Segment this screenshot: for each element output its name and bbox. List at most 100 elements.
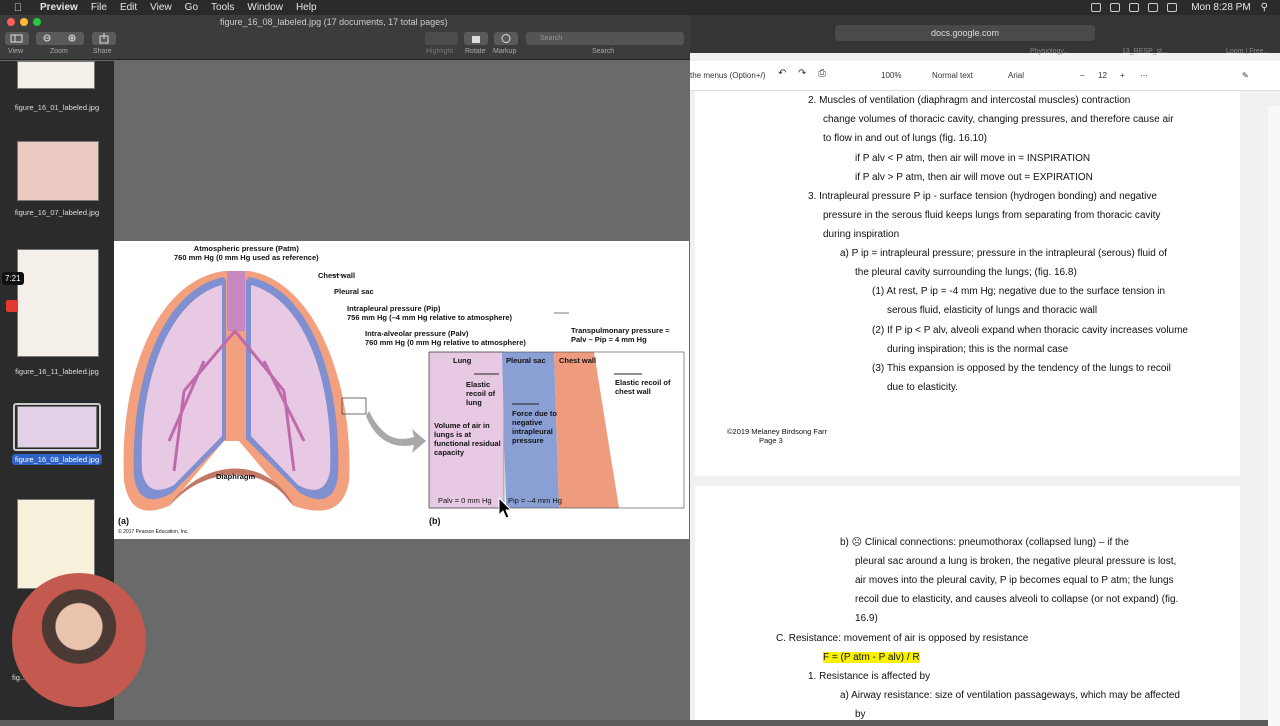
doc-line[interactable]: (1) At rest, P ip = -4 mm Hg; negative d… (872, 282, 1165, 301)
doc-line[interactable]: pleural sac around a lung is broken, the… (855, 552, 1176, 571)
webcam-avatar (12, 573, 146, 707)
thumbnail-4-label[interactable]: figure_16_08_labeled.jpg (0, 454, 114, 465)
menu-view[interactable]: View (150, 2, 172, 13)
thumbnail-1[interactable] (17, 61, 95, 89)
force-label: Force due to negative intrapleural press… (512, 409, 558, 445)
doc-line[interactable]: during inspiration; this is the normal c… (887, 340, 1068, 359)
doc-line[interactable]: recoil due to elasticity, and causes alv… (855, 590, 1178, 609)
status-icon[interactable] (1091, 3, 1102, 12)
font-size-increase[interactable]: + (1120, 71, 1125, 80)
doc-line[interactable]: pressure in the serous fluid keeps lungs… (823, 206, 1160, 225)
doc-line[interactable]: serous fluid, elasticity of lungs and th… (887, 301, 1097, 320)
tab-physiology[interactable]: Physiology... (1030, 48, 1069, 55)
pip-label: Pip = –4 mm Hg (508, 496, 562, 505)
style-select[interactable]: Normal text (932, 71, 973, 80)
markup-icon (501, 34, 511, 43)
close-window-button[interactable] (7, 18, 15, 26)
stop-recording-button[interactable] (6, 300, 18, 312)
window-title: figure_16_08_labeled.jpg (17 documents, … (220, 17, 448, 27)
search-input[interactable]: Search (526, 32, 684, 45)
doc-line[interactable]: 16.9) (855, 609, 878, 628)
markup-label: Markup (493, 48, 517, 55)
wifi-icon[interactable] (1148, 3, 1159, 12)
thumbnail-3[interactable] (17, 249, 99, 357)
markup-button[interactable] (494, 32, 518, 45)
lung-diagram (123, 271, 685, 511)
browser-toolbar: docs.google.com Physiology... 13_RESP_st… (690, 15, 1280, 55)
zoom-label: Zoom (50, 48, 68, 55)
menu-app[interactable]: Preview (40, 2, 78, 13)
menu-file[interactable]: File (91, 2, 107, 13)
menu-edit[interactable]: Edit (120, 2, 137, 13)
atm-label: Atmospheric pressure (Patm) 760 mm Hg (0 … (174, 244, 319, 262)
doc-page-4: b) ☹ Clinical connections: pneumothorax … (695, 486, 1240, 720)
battery-icon[interactable] (1167, 3, 1178, 12)
font-select[interactable]: Arial (1008, 71, 1024, 80)
doc-line[interactable]: a) Airway resistance: size of ventilatio… (840, 686, 1180, 705)
doc-line[interactable]: F = (P atm - P alv) / R (823, 648, 920, 667)
thumbnail-1-label[interactable]: figure_16_01_labeled.jpg (0, 103, 114, 112)
arrow-icon (366, 411, 426, 453)
menu-help[interactable]: Help (296, 2, 317, 13)
thumbnail-2-label[interactable]: figure_16_07_labeled.jpg (0, 208, 114, 217)
panel-chest (554, 352, 619, 508)
cloud-icon[interactable] (1129, 3, 1140, 12)
menu-tools[interactable]: Tools (211, 2, 234, 13)
doc-line[interactable]: by (855, 705, 866, 724)
doc-line[interactable]: (3) This expansion is opposed by the ten… (872, 359, 1171, 378)
redo-icon[interactable]: ↷ (798, 68, 806, 79)
font-size-decrease[interactable]: − (1080, 71, 1085, 80)
rotate-label: Rotate (465, 48, 486, 55)
print-icon[interactable]: ⎙ (818, 68, 826, 79)
view-button[interactable] (5, 32, 29, 45)
zoom-window-button[interactable] (33, 18, 41, 26)
doc-line[interactable]: due to elasticity. (887, 378, 958, 397)
share-button[interactable] (92, 32, 116, 45)
doc-line[interactable]: during inspiration (823, 225, 899, 244)
gear-icon[interactable] (1110, 3, 1121, 12)
menu-go[interactable]: Go (185, 2, 198, 13)
font-size-input[interactable]: 12 (1098, 71, 1107, 80)
minimize-window-button[interactable] (20, 18, 28, 26)
more-icon[interactable]: ⋯ (1140, 71, 1148, 80)
zoom-buttons[interactable] (36, 32, 84, 45)
doc-line[interactable]: change volumes of thoracic cavity, chang… (823, 110, 1174, 129)
menu-window[interactable]: Window (247, 2, 283, 13)
zoom-select[interactable]: 100% (881, 71, 901, 80)
doc-line[interactable]: if P alv < P atm, then air will move in … (855, 149, 1090, 168)
doc-line[interactable]: air moves into the pleural cavity, P ip … (855, 571, 1174, 590)
url-bar[interactable]: docs.google.com (835, 25, 1095, 41)
highlight-button[interactable] (425, 32, 458, 45)
doc-line[interactable]: the pleural cavity surrounding the lungs… (855, 263, 1077, 282)
preview-toolbar: figure_16_08_labeled.jpg (17 documents, … (0, 15, 690, 60)
transpulmonary-label: Transpulmonary pressure = Palv – Pip = 4 … (571, 326, 670, 344)
sidebar-icon (10, 34, 23, 43)
rotate-button[interactable] (464, 32, 488, 45)
doc-line[interactable]: if P alv > P atm, then air will move out… (855, 168, 1093, 187)
search-label: Search (592, 48, 615, 55)
col-pleural: Pleural sac (506, 356, 546, 365)
doc-line[interactable]: 1. Resistance is affected by (808, 667, 930, 686)
undo-icon[interactable]: ↶ (778, 68, 786, 79)
apple-icon[interactable]:  (10, 2, 26, 14)
tab-loom[interactable]: Loom | Free... (1226, 48, 1269, 55)
search-icon[interactable]: ⚲ (1261, 2, 1268, 13)
col-chest: Chest wall (559, 356, 597, 365)
doc-line[interactable]: (2) If P ip < P alv, alveoli expand when… (872, 321, 1188, 340)
doc-line[interactable]: a) P ip = intrapleural pressure; pressur… (840, 244, 1167, 263)
doc-line[interactable]: to flow in and out of lungs (fig. 16.10) (823, 129, 987, 148)
menubar-clock[interactable]: Mon 8:28 PM (1191, 2, 1250, 13)
tab-resp[interactable]: 13_RESP_st... (1122, 48, 1168, 55)
thumbnail-2[interactable] (17, 141, 99, 201)
intraalveolar-label: Intra-alveolar pressure (Palv) 760 mm Hg … (365, 329, 526, 347)
doc-line[interactable]: 2. Muscles of ventilation (diaphragm and… (808, 91, 1130, 110)
doc-line[interactable]: 3. Intrapleural pressure P ip - surface … (808, 187, 1157, 206)
thumbnail-4[interactable] (17, 406, 97, 448)
thumbnail-3-label[interactable]: figure_16_11_labeled.jpg (0, 367, 114, 376)
pencil-icon[interactable]: ✎ (1242, 71, 1249, 80)
share-label: Share (93, 48, 112, 55)
scrollbar[interactable] (1268, 106, 1280, 726)
doc-line[interactable]: b) ☹ Clinical connections: pneumothorax … (840, 533, 1129, 552)
elastic-lung-label: Elastic recoil of lung (466, 380, 496, 407)
doc-line[interactable]: C. Resistance: movement of air is oppose… (776, 629, 1028, 648)
